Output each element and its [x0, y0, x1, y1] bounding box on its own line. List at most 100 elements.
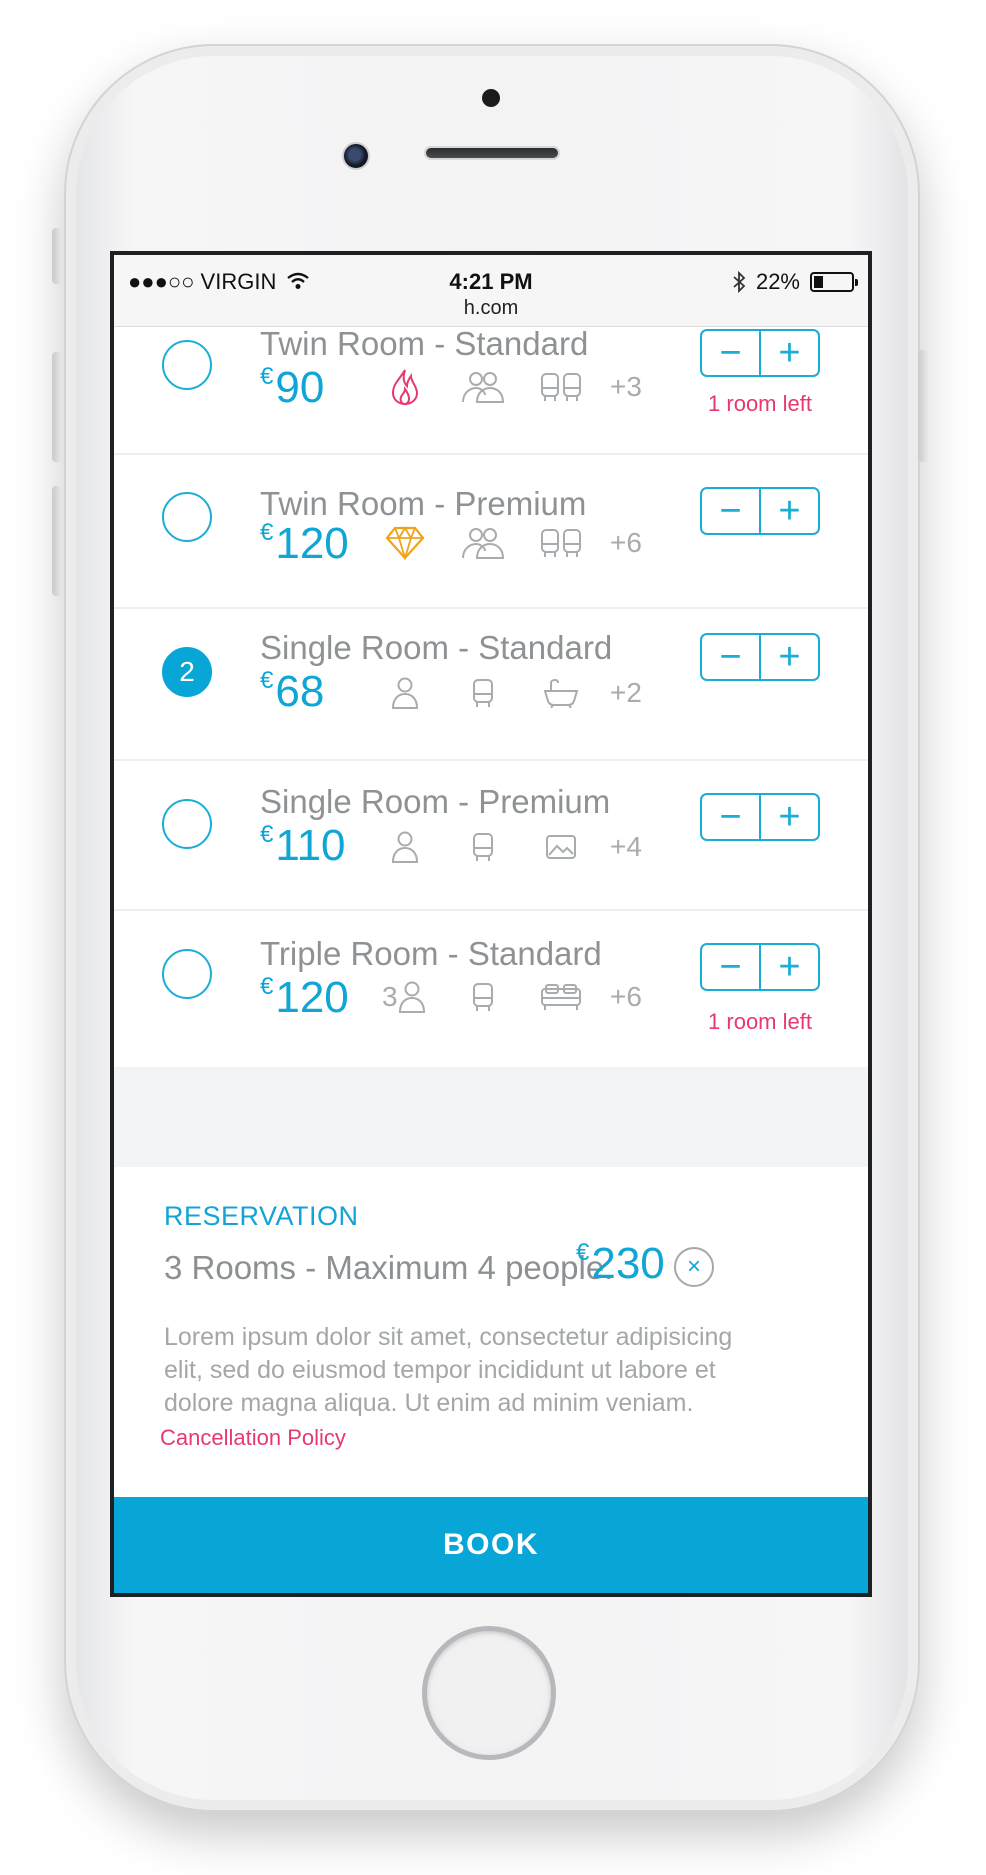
room-price: €120	[260, 519, 349, 569]
flame-icon	[382, 367, 428, 407]
bluetooth-icon	[733, 271, 746, 293]
increase-button[interactable]: +	[759, 795, 818, 839]
room-name: Twin Room - Standard	[260, 325, 589, 362]
price-value: 68	[275, 667, 325, 716]
amenity-icons: +4	[382, 827, 642, 867]
bed-icon	[538, 977, 584, 1017]
more-amenities[interactable]: +4	[610, 831, 642, 863]
availability-note: 1 room left	[708, 391, 812, 416]
person-icon	[382, 827, 428, 867]
two-people-icon	[460, 523, 506, 563]
status-bar: ●●●○○ VIRGIN 4:21 PM h.com 22%	[114, 255, 868, 327]
status-right: 22%	[732, 269, 858, 295]
proximity-sensor	[482, 89, 500, 107]
price-value: 120	[275, 973, 349, 1022]
clear-reservation-button[interactable]: ×	[674, 1247, 714, 1287]
home-button[interactable]	[422, 1626, 556, 1760]
two-seats-icon	[538, 367, 584, 407]
reservation-label: RESERVATION	[164, 1201, 359, 1231]
battery-percent: 22%	[755, 269, 800, 294]
quantity-stepper: − +	[700, 633, 820, 681]
decrease-button[interactable]: −	[702, 635, 759, 679]
seat-icon	[460, 673, 506, 713]
bathtub-icon	[538, 673, 584, 713]
reservation-total: €230	[576, 1239, 665, 1289]
currency-symbol: €	[260, 973, 274, 1000]
room-radio[interactable]: 2	[162, 647, 212, 697]
room-row[interactable]: Triple Room - Standard €120 3 +6 − + 1 r…	[114, 911, 868, 1067]
people-count: 3	[382, 981, 398, 1012]
mute-switch	[52, 228, 62, 284]
two-people-icon	[460, 367, 506, 407]
two-seats-icon	[538, 523, 584, 563]
reservation-panel: RESERVATION 3 Rooms - Maximum 4 people. …	[114, 1167, 868, 1497]
room-row[interactable]: Twin Room - Premium €120 +6 − +	[114, 455, 868, 609]
room-price: €110	[260, 821, 346, 871]
volume-up-button	[52, 352, 62, 462]
room-radio[interactable]	[162, 492, 212, 542]
book-button[interactable]: BOOK	[114, 1497, 868, 1593]
earpiece-speaker	[424, 146, 560, 160]
battery-icon	[810, 272, 858, 292]
more-amenities[interactable]: +2	[610, 677, 642, 709]
increase-button[interactable]: +	[759, 331, 818, 375]
decrease-button[interactable]: −	[702, 331, 759, 375]
quantity-stepper: − +	[700, 329, 820, 377]
amenity-icons: 3 +6	[382, 977, 642, 1017]
decrease-button[interactable]: −	[702, 945, 759, 989]
currency-symbol: €	[260, 821, 274, 848]
room-price: €120	[260, 973, 349, 1023]
total-value: 230	[591, 1239, 665, 1288]
room-row[interactable]: Twin Room - Standard €90 +3 − + 1 room l…	[114, 325, 868, 455]
room-radio[interactable]	[162, 949, 212, 999]
volume-down-button	[52, 486, 62, 596]
price-value: 110	[275, 821, 346, 870]
room-price: €68	[260, 667, 324, 717]
room-name: Twin Room - Premium	[260, 485, 587, 522]
decrease-button[interactable]: −	[702, 489, 759, 533]
increase-button[interactable]: +	[759, 945, 818, 989]
currency-symbol: €	[260, 667, 274, 694]
price-value: 90	[275, 363, 325, 412]
availability-note: 1 room left	[708, 1009, 812, 1034]
increase-button[interactable]: +	[759, 635, 818, 679]
room-name: Single Room - Premium	[260, 783, 611, 820]
reservation-summary: 3 Rooms - Maximum 4 people.	[164, 1249, 614, 1286]
decrease-button[interactable]: −	[702, 795, 759, 839]
amenity-icons: +2	[382, 673, 642, 713]
more-amenities[interactable]: +6	[610, 527, 642, 559]
amenity-icons: +3	[382, 367, 642, 407]
picture-icon	[538, 827, 584, 867]
room-list: Twin Room - Standard €90 +3 − + 1 room l…	[114, 325, 868, 1067]
more-amenities[interactable]: +3	[610, 371, 642, 403]
person-icon	[382, 673, 428, 713]
currency-symbol: €	[260, 519, 274, 546]
room-row[interactable]: 2 Single Room - Standard €68 +2 − +	[114, 609, 868, 761]
room-price: €90	[260, 363, 324, 413]
cancellation-policy-link[interactable]: Cancellation Policy	[160, 1425, 346, 1451]
seat-icon	[460, 827, 506, 867]
more-amenities[interactable]: +6	[610, 981, 642, 1013]
increase-button[interactable]: +	[759, 489, 818, 533]
room-row[interactable]: Single Room - Premium €110 +4 − +	[114, 761, 868, 911]
reservation-description: Lorem ipsum dolor sit amet, consectetur …	[164, 1323, 733, 1417]
quantity-stepper: − +	[700, 487, 820, 535]
room-name: Triple Room - Standard	[260, 935, 602, 972]
room-radio[interactable]	[162, 340, 212, 390]
currency-symbol: €	[576, 1239, 590, 1266]
front-camera	[342, 142, 370, 170]
power-button	[918, 350, 928, 462]
quantity-stepper: − +	[700, 793, 820, 841]
quantity-stepper: − +	[700, 943, 820, 991]
currency-symbol: €	[260, 363, 274, 390]
price-value: 120	[275, 519, 349, 568]
amenity-icons: +6	[382, 523, 642, 563]
people-count-icon: 3	[382, 977, 442, 1017]
phone-screen: ●●●○○ VIRGIN 4:21 PM h.com 22% Twin Room…	[110, 251, 872, 1597]
room-radio[interactable]	[162, 799, 212, 849]
diamond-icon	[382, 523, 428, 563]
address-url[interactable]: h.com	[114, 297, 868, 320]
room-selected-count: 2	[179, 656, 195, 687]
seat-icon	[460, 977, 506, 1017]
room-name: Single Room - Standard	[260, 629, 613, 666]
